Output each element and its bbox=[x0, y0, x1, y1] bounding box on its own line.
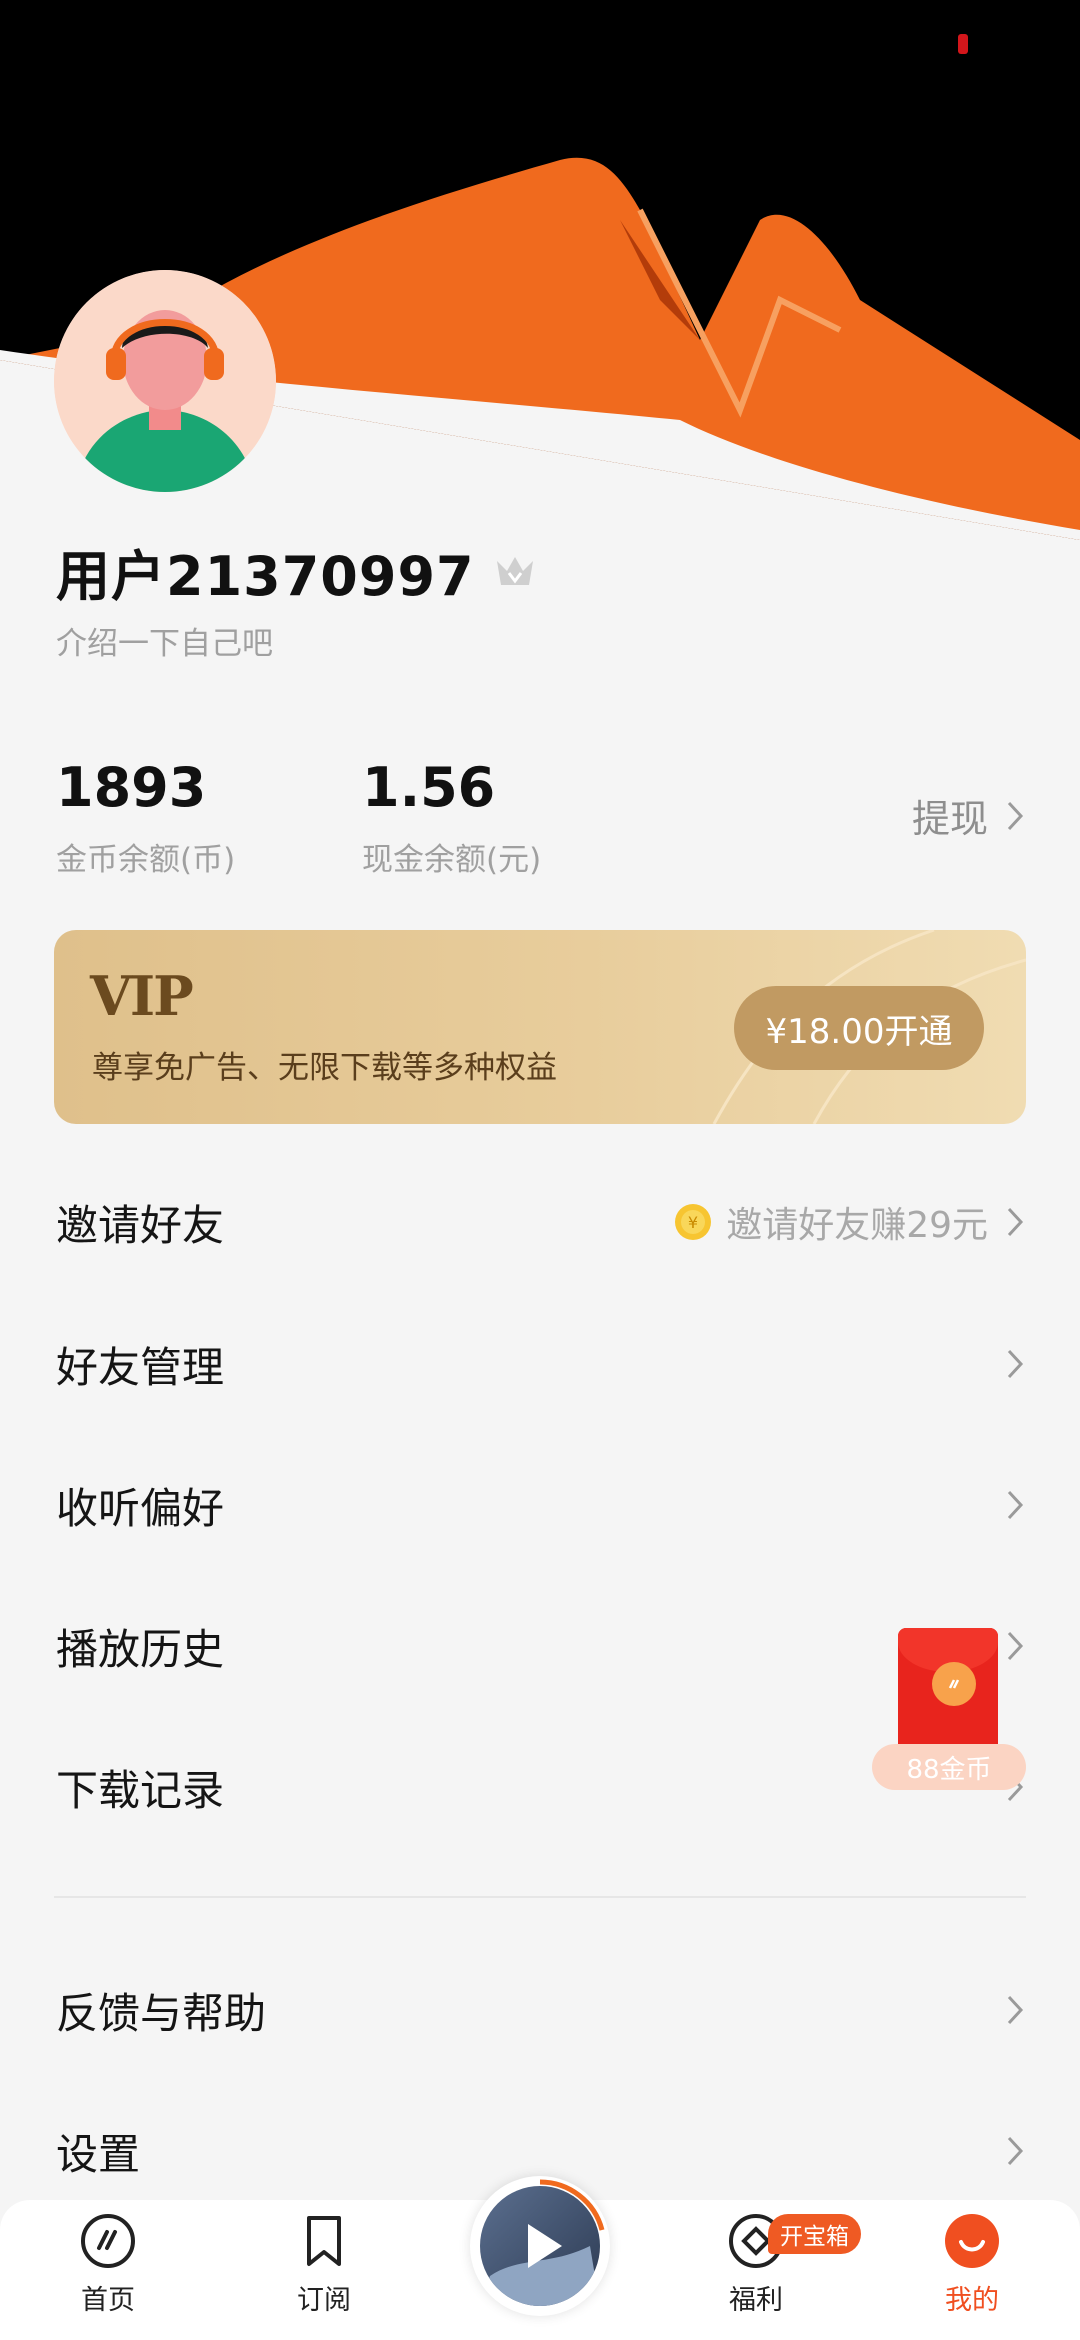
tab-home[interactable]: 首页 bbox=[38, 2212, 178, 2330]
menu-label: 邀请好友 bbox=[56, 1200, 225, 1250]
svg-text:¥: ¥ bbox=[688, 1213, 698, 1232]
treasure-box-badge[interactable]: 开宝箱 bbox=[768, 2214, 861, 2254]
profile-smile-icon bbox=[945, 2214, 999, 2268]
avatar-icon bbox=[54, 270, 276, 492]
cash-balance[interactable]: 1.56 现金余额(元) bbox=[362, 752, 541, 879]
menu-label: 播放历史 bbox=[56, 1624, 225, 1674]
home-icon bbox=[81, 2214, 135, 2268]
vip-open-button[interactable]: ¥18.00开通 bbox=[734, 986, 984, 1070]
username: 用户21370997 bbox=[56, 544, 475, 608]
tab-label: 首页 bbox=[81, 2285, 135, 2316]
menu-label: 收听偏好 bbox=[56, 1483, 225, 1533]
recording-indicator bbox=[958, 34, 968, 54]
menu-label: 好友管理 bbox=[56, 1342, 225, 1392]
menu-invite-friends[interactable]: 邀请好友 ¥ 邀请好友赚29元 bbox=[56, 1182, 1026, 1262]
crown-icon bbox=[496, 557, 533, 585]
tab-label: 订阅 bbox=[297, 2285, 351, 2316]
red-packet-float[interactable]: 88金币 bbox=[872, 1628, 1030, 1790]
chevron-right-icon bbox=[1007, 801, 1024, 830]
chevron-right-icon bbox=[1007, 2136, 1024, 2166]
vip-description: 尊享免广告、无限下载等多种权益 bbox=[92, 1050, 557, 1086]
menu-listening-preferences[interactable]: 收听偏好 bbox=[56, 1465, 1026, 1545]
coin-balance[interactable]: 1893 金币余额(币) bbox=[56, 752, 235, 879]
coin-balance-label: 金币余额(币) bbox=[56, 842, 236, 878]
vip-title: VIP bbox=[90, 964, 194, 1028]
chevron-right-icon bbox=[1007, 1995, 1024, 2025]
menu-hint: 邀请好友赚29元 bbox=[726, 1205, 988, 1246]
bookmark-icon bbox=[307, 2216, 341, 2266]
avatar[interactable] bbox=[54, 270, 276, 492]
envelope-seal-icon bbox=[932, 1662, 976, 1706]
menu-friend-management[interactable]: 好友管理 bbox=[56, 1324, 1026, 1404]
tab-label: 我的 bbox=[945, 2285, 999, 2316]
tab-mine[interactable]: 我的 bbox=[902, 2212, 1042, 2330]
tab-subscribe[interactable]: 订阅 bbox=[254, 2212, 394, 2330]
bio-text[interactable]: 介绍一下自己吧 bbox=[56, 618, 273, 663]
username-row[interactable]: 用户21370997 bbox=[56, 535, 537, 608]
vip-card[interactable]: VIP 尊享免广告、无限下载等多种权益 ¥18.00开通 bbox=[54, 930, 1026, 1124]
menu-divider bbox=[54, 1896, 1026, 1898]
coin-icon: ¥ bbox=[675, 1204, 712, 1240]
cash-balance-value: 1.56 bbox=[362, 756, 496, 819]
chevron-right-icon bbox=[1007, 1490, 1024, 1520]
menu-feedback-help[interactable]: 反馈与帮助 bbox=[56, 1970, 1026, 2050]
chevron-right-icon bbox=[1007, 1207, 1024, 1237]
withdraw-button[interactable]: 提现 bbox=[912, 788, 1026, 843]
play-progress-ring bbox=[539, 2179, 605, 2231]
tab-label: 福利 bbox=[729, 2285, 783, 2316]
menu-label: 设置 bbox=[56, 2129, 141, 2179]
red-packet-label: 88金币 bbox=[872, 1744, 1026, 1790]
menu-label: 反馈与帮助 bbox=[56, 1988, 267, 2038]
mini-player-button[interactable] bbox=[470, 2176, 610, 2316]
withdraw-label: 提现 bbox=[911, 797, 988, 841]
coin-balance-value: 1893 bbox=[56, 756, 207, 819]
chevron-right-icon bbox=[1007, 1349, 1024, 1379]
menu-label: 下载记录 bbox=[56, 1765, 225, 1815]
cash-balance-label: 现金余额(元) bbox=[362, 842, 542, 878]
